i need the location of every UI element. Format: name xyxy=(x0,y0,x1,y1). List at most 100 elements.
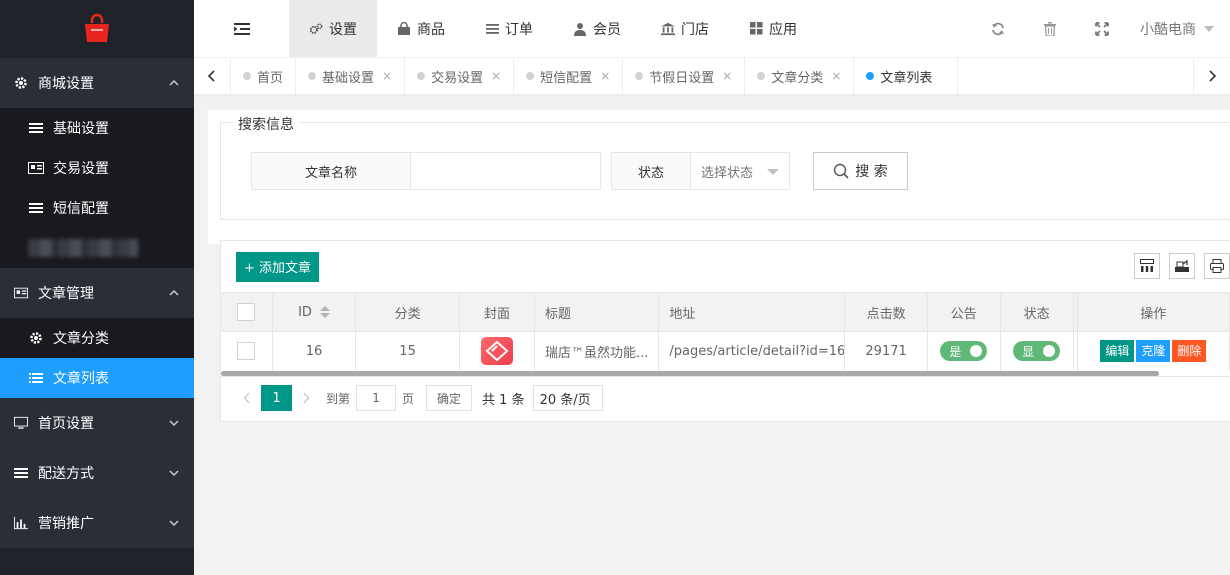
tab-basic-settings[interactable]: 基础设置 × xyxy=(296,58,406,94)
sidebar-item-redacted[interactable] xyxy=(0,228,194,268)
list-icon xyxy=(28,201,44,215)
top-nav-members[interactable]: 会员 xyxy=(553,0,641,57)
delete-button[interactable]: 删除 xyxy=(1172,340,1207,363)
sidebar-item-sms-settings[interactable]: 短信配置 xyxy=(0,188,194,228)
top-nav-orders[interactable]: 订单 xyxy=(465,0,553,57)
tab-holiday-settings[interactable]: 节假日设置 × xyxy=(623,58,746,94)
table-row: 16 15 瑞店™虽然功能... /pages/article/detail?i… xyxy=(221,331,1230,371)
menu-group-homepage-settings[interactable]: 首页设置 xyxy=(0,398,194,448)
status-select-value: 选择状态 xyxy=(701,165,754,181)
tab-trade-settings[interactable]: 交易设置 × xyxy=(405,58,515,94)
user-menu[interactable]: 小酷电商 xyxy=(1128,19,1230,39)
chevron-left-icon xyxy=(207,70,215,82)
edit-button[interactable]: 编辑 xyxy=(1100,340,1135,363)
current-page-button[interactable]: 1 xyxy=(261,385,292,411)
article-name-input[interactable] xyxy=(411,153,600,189)
menu-group-article-management[interactable]: 文章管理 xyxy=(0,268,194,318)
search-button-label: 搜 索 xyxy=(855,164,888,180)
sidebar-item-article-category[interactable]: 文章分类 xyxy=(0,318,194,358)
clear-cache-button[interactable] xyxy=(1024,0,1076,58)
tag-icon xyxy=(485,340,509,362)
print-button[interactable] xyxy=(1204,253,1230,279)
article-table: ID 分类 封面 标题 地址 点击数 公告 状态 操作 16 15 瑞店™虽然功… xyxy=(221,292,1230,371)
status-switch[interactable]: 显 xyxy=(1013,341,1061,362)
tab-sms-settings[interactable]: 短信配置 × xyxy=(514,58,624,94)
tab-article-category[interactable]: 文章分类 × xyxy=(745,58,855,94)
list-icon xyxy=(485,22,499,36)
tab-label: 交易设置 xyxy=(431,70,484,86)
search-icon xyxy=(833,163,849,179)
refresh-button[interactable] xyxy=(972,0,1024,58)
clone-button[interactable]: 克隆 xyxy=(1136,340,1171,363)
search-button[interactable]: 搜 索 xyxy=(813,152,908,190)
fullscreen-button[interactable] xyxy=(1076,0,1128,58)
table-horizontal-scrollbar[interactable] xyxy=(221,370,1230,376)
tab-label: 文章列表 xyxy=(880,70,933,86)
cell-address: /pages/article/detail?id=16 xyxy=(658,331,846,371)
top-nav-stores[interactable]: 门店 xyxy=(641,0,729,57)
goto-page-input[interactable]: 1 xyxy=(356,385,397,411)
tabs-scroll-left-button[interactable] xyxy=(194,58,231,94)
cover-image[interactable] xyxy=(481,337,513,366)
switch-label: 显 xyxy=(1022,344,1035,359)
goto-confirm-button[interactable]: 确定 xyxy=(426,385,473,411)
tab-dot xyxy=(417,72,426,80)
select-all-checkbox[interactable] xyxy=(237,303,256,321)
column-filter-button[interactable] xyxy=(1134,253,1160,279)
menu-group-marketing[interactable]: 营销推广 xyxy=(0,498,194,548)
scrollbar-thumb[interactable] xyxy=(221,370,1159,376)
close-icon[interactable]: × xyxy=(382,69,392,83)
tab-article-list[interactable]: 文章列表 xyxy=(854,58,959,94)
menu-group-mall-settings[interactable]: 商城设置 xyxy=(0,58,194,108)
column-header-address: 地址 xyxy=(658,292,846,332)
column-header-cover: 封面 xyxy=(459,292,536,332)
tabs-scroll-right-button[interactable] xyxy=(1193,58,1230,94)
menu-group-delivery[interactable]: 配送方式 xyxy=(0,448,194,498)
chevron-down-icon xyxy=(169,520,179,527)
add-article-button[interactable]: + 添加文章 xyxy=(236,251,319,282)
topbar: 设置 商品 订单 会员 门店 应用 小酷电商 xyxy=(194,0,1230,58)
close-icon[interactable]: × xyxy=(491,69,501,83)
top-nav-label: 会员 xyxy=(593,21,621,38)
close-icon[interactable]: × xyxy=(831,69,841,83)
sidebar-item-basic-settings[interactable]: 基础设置 xyxy=(0,108,194,148)
tab-dot xyxy=(243,72,251,80)
chevron-up-icon xyxy=(169,79,179,86)
top-nav-label: 门店 xyxy=(681,21,709,38)
tab-label: 节假日设置 xyxy=(649,70,715,86)
logo[interactable] xyxy=(0,0,194,58)
top-nav-apps[interactable]: 应用 xyxy=(729,0,817,57)
search-row: 文章名称 状态 选择状态 搜 索 xyxy=(251,152,908,190)
column-header-title: 标题 xyxy=(534,292,660,332)
tab-label: 文章分类 xyxy=(771,70,824,86)
status-select[interactable]: 选择状态 xyxy=(691,153,789,189)
bank-icon xyxy=(661,22,675,36)
tab-home[interactable]: 首页 xyxy=(231,58,297,94)
top-nav-settings[interactable]: 设置 xyxy=(289,0,377,57)
top-nav-goods[interactable]: 商品 xyxy=(377,0,465,57)
list-icon xyxy=(28,371,44,385)
goto-label: 到第 xyxy=(326,391,351,406)
sort-icon[interactable] xyxy=(319,306,330,318)
page-size-select[interactable]: 20 条/页 xyxy=(532,385,603,411)
next-page-button[interactable] xyxy=(292,385,320,411)
sidebar-item-label: 基础设置 xyxy=(53,121,109,137)
close-icon[interactable]: × xyxy=(722,69,732,83)
chevron-left-icon xyxy=(243,392,250,404)
notice-switch[interactable]: 是 xyxy=(940,341,988,362)
top-nav-label: 订单 xyxy=(505,21,533,38)
export-button[interactable] xyxy=(1169,253,1195,279)
column-header-id[interactable]: ID xyxy=(272,292,357,332)
sidebar: 商城设置 基础设置 交易设置 短信配置 文章管理 文章分类 文章列表 首页设置 … xyxy=(0,0,194,575)
indent-icon xyxy=(233,22,250,35)
sidebar-item-article-list[interactable]: 文章列表 xyxy=(0,358,194,398)
page-tabs: 首页 基础设置 × 交易设置 × 短信配置 × 节假日设置 × 文章分类 × 文… xyxy=(231,58,959,94)
chevron-down-icon xyxy=(169,420,179,427)
row-checkbox[interactable] xyxy=(237,342,256,361)
tab-label: 短信配置 xyxy=(540,70,593,86)
column-header-status: 状态 xyxy=(1000,292,1074,332)
sidebar-item-trade-settings[interactable]: 交易设置 xyxy=(0,148,194,188)
sidebar-toggle-button[interactable] xyxy=(194,0,289,57)
prev-page-button[interactable] xyxy=(233,385,261,411)
close-icon[interactable]: × xyxy=(600,69,610,83)
